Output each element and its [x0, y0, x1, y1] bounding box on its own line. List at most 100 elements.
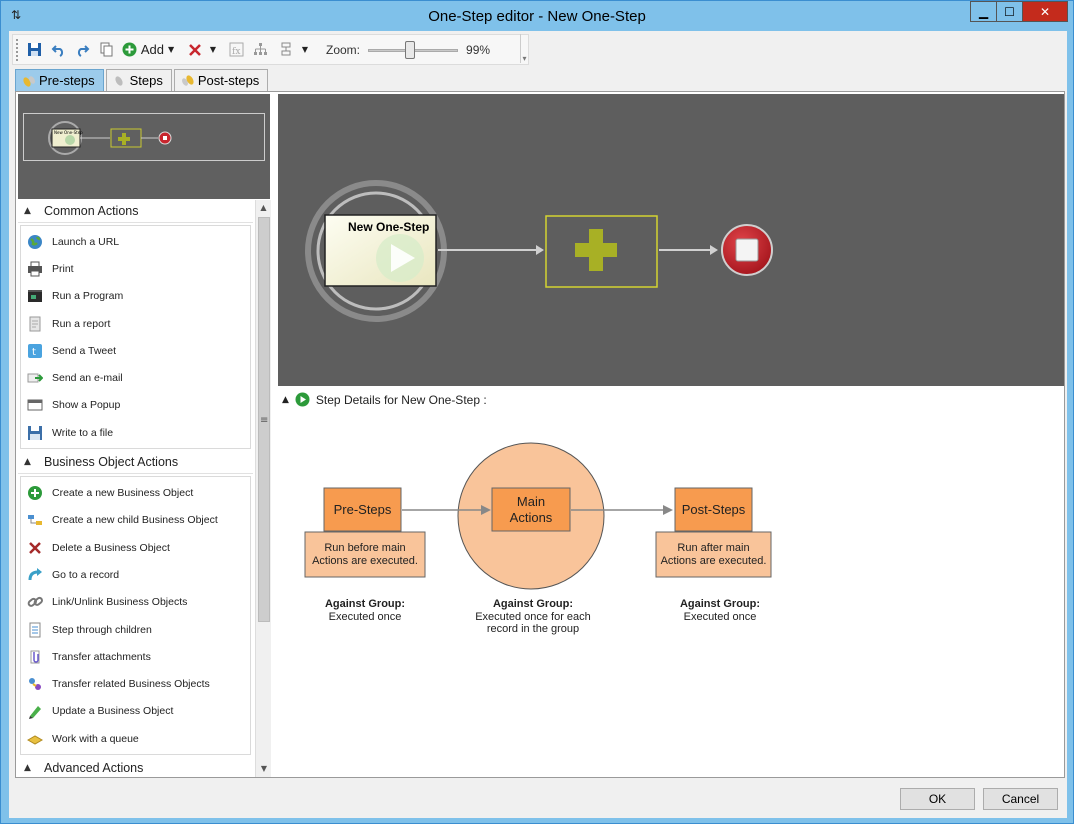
list-item-transfer-related[interactable]: Transfer related Business Objects	[21, 670, 250, 697]
common-actions-group: Launch a URL Print Run a Program Run a r…	[20, 225, 251, 450]
list-item-link-unlink[interactable]: Link/Unlink Business Objects	[21, 589, 250, 616]
list-item-run-report[interactable]: Run a report	[21, 310, 250, 337]
add-button[interactable]: Add ▼	[120, 39, 176, 61]
transfer-related-icon	[29, 678, 41, 691]
redo-button[interactable]	[72, 39, 92, 61]
popup-icon	[27, 399, 43, 411]
list-item-run-program[interactable]: Run a Program	[21, 283, 250, 310]
main-group-title: Against Group:	[493, 598, 573, 610]
item-label: Send a Tweet	[52, 344, 117, 357]
list-item-transfer-attachments[interactable]: Transfer attachments	[21, 643, 250, 670]
collapse-chevron-icon: ▲	[24, 457, 31, 468]
section-title: Business Object Actions	[44, 455, 179, 470]
minimize-button[interactable]: ▁	[970, 1, 997, 22]
save-button[interactable]	[24, 39, 44, 61]
layout-button[interactable]	[276, 39, 296, 61]
business-object-actions-group: Create a new Business Object Create a ne…	[20, 476, 251, 756]
steps-explainer-diagram: Pre-Steps Run before main Actions are ex…	[304, 442, 772, 635]
delete-button[interactable]	[186, 39, 204, 61]
post-group-title: Against Group:	[680, 598, 760, 610]
chain-link-icon	[27, 597, 43, 608]
toolbar-grip[interactable]	[16, 38, 20, 61]
tab-steps[interactable]: Steps	[105, 69, 172, 91]
window-title: One-Step editor - New One-Step	[428, 8, 646, 25]
main-group-text-2: record in the group	[487, 623, 579, 635]
pre-steps-desc-1: Run before main	[324, 542, 405, 554]
close-button[interactable]: ✕	[1022, 1, 1068, 22]
toolbar: Add ▼ ▼ fx ▼ Zoom: 99%	[12, 34, 529, 65]
collapse-chevron-icon: ▲	[24, 763, 31, 774]
minimap-start-label: New One-Step	[54, 130, 83, 135]
toolbox-scrollbar[interactable]: ▲ ≡ ▼	[255, 200, 271, 777]
tab-post-steps-label: Post-steps	[197, 73, 260, 88]
pre-steps-desc-2: Actions are executed.	[312, 555, 418, 567]
maximize-button[interactable]: ☐	[996, 1, 1023, 22]
delete-dropdown[interactable]: ▼	[208, 39, 218, 61]
list-item-show-popup[interactable]: Show a Popup	[21, 392, 250, 419]
ok-button[interactable]: OK	[900, 788, 975, 810]
list-item-write-file[interactable]: Write to a file	[21, 419, 250, 446]
undo-button[interactable]	[48, 39, 68, 61]
post-steps-box-label: Post-Steps	[682, 502, 746, 517]
zoom-slider-thumb[interactable]	[405, 40, 416, 59]
scroll-up-icon[interactable]: ▲	[256, 200, 271, 216]
minimap[interactable]: New One-Step	[18, 94, 270, 199]
add-dropdown-icon: ▼	[167, 45, 175, 54]
details-header[interactable]: ▲ Step Details for New One-Step :	[282, 392, 487, 407]
item-label: Write to a file	[52, 426, 114, 439]
item-label: Launch a URL	[52, 235, 120, 248]
list-item-send-email[interactable]: Send an e-mail	[21, 364, 250, 391]
post-steps-desc-1: Run after main	[677, 542, 749, 554]
steps-icon	[115, 75, 123, 86]
section-business-object-actions[interactable]: ▲ Business Object Actions	[18, 451, 253, 475]
title-bar: ⇅ One-Step editor - New One-Step ▁ ☐ ✕	[1, 1, 1073, 31]
tab-post-steps[interactable]: Post-steps	[173, 69, 269, 91]
item-label: Work with a queue	[52, 732, 139, 745]
minimap-play-icon	[65, 135, 75, 145]
item-label: Run a report	[52, 317, 111, 330]
scroll-down-icon[interactable]: ▼	[256, 761, 272, 777]
workflow-canvas[interactable]: New One-Step	[278, 94, 1064, 386]
toolbar-overflow-icon[interactable]: ▾	[520, 34, 528, 63]
list-item-step-children[interactable]: Step through children	[21, 616, 250, 643]
hierarchy-button[interactable]	[250, 39, 270, 61]
post-group-text: Executed once	[684, 611, 757, 623]
collapse-chevron-icon: ▲	[24, 206, 31, 216]
tab-pre-steps[interactable]: Pre-steps	[15, 69, 104, 91]
list-item-work-queue[interactable]: Work with a queue	[21, 725, 250, 752]
list-item-update-bo[interactable]: Update a Business Object	[21, 698, 250, 725]
item-label: Run a Program	[52, 290, 124, 303]
workflow-diagram: New One-Step	[305, 180, 773, 322]
list-item-delete-bo[interactable]: Delete a Business Object	[21, 534, 250, 561]
scroll-grip-icon: ≡	[260, 415, 269, 426]
zoom-slider[interactable]	[368, 40, 459, 60]
cancel-button[interactable]: Cancel	[983, 788, 1058, 810]
list-item-send-tweet[interactable]: t Send a Tweet	[21, 337, 250, 364]
save-icon	[27, 43, 41, 56]
copy-button[interactable]	[96, 39, 116, 61]
item-label: Show a Popup	[52, 399, 121, 412]
list-item-launch-url[interactable]: Launch a URL	[21, 228, 250, 255]
collapse-chevron-icon[interactable]: ▲	[282, 395, 289, 405]
child-object-icon	[28, 515, 42, 526]
list-item-create-child-bo[interactable]: Create a new child Business Object	[21, 507, 250, 534]
layout-dropdown[interactable]: ▼	[300, 39, 310, 61]
section-common-actions[interactable]: ▲ Common Actions	[18, 200, 253, 223]
section-advanced-actions[interactable]: ▲ Advanced Actions	[18, 757, 253, 777]
list-item-go-to-record[interactable]: Go to a record	[21, 561, 250, 588]
add-circle-icon	[28, 486, 42, 501]
editor-client: Add ▼ ▼ fx ▼ Zoom: 99% ▾ Pre-steps Steps…	[9, 31, 1067, 818]
list-item-create-bo[interactable]: Create a new Business Object	[21, 479, 250, 506]
list-item-print[interactable]: Print	[21, 255, 250, 282]
zoom-label: Zoom:	[326, 42, 361, 57]
section-title: Advanced Actions	[44, 761, 144, 776]
pre-group-text: Executed once	[329, 611, 402, 623]
minimize-icon: ▁	[978, 4, 989, 19]
add-icon	[122, 42, 137, 57]
expression-button[interactable]: fx	[226, 39, 246, 61]
close-icon: ✕	[1039, 4, 1051, 19]
tab-content: New One-Step ▲ Common Actions Launch a U…	[15, 91, 1065, 778]
stop-square-icon	[735, 238, 759, 262]
item-label: Create a new Business Object	[52, 487, 194, 500]
item-label: Link/Unlink Business Objects	[52, 596, 188, 609]
